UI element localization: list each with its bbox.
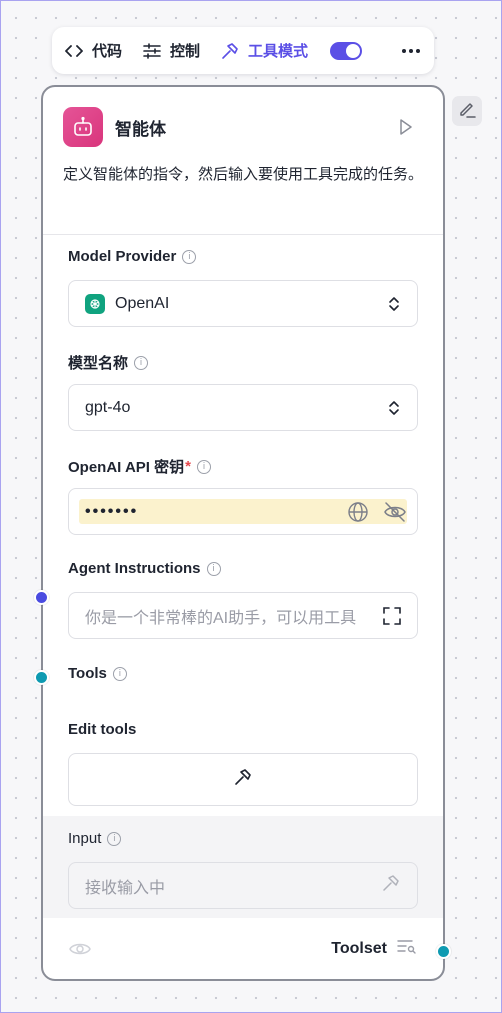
toolset-list-icon: [397, 938, 417, 959]
api-key-label-row: OpenAI API 密钥 * i: [68, 456, 211, 477]
hammer-icon: [220, 41, 240, 61]
chevron-up-down-icon: [387, 400, 401, 416]
node-footer: Toolset: [43, 918, 443, 979]
info-icon[interactable]: i: [134, 355, 149, 370]
expand-icon[interactable]: [383, 606, 401, 625]
model-provider-select[interactable]: OpenAI: [68, 280, 418, 327]
model-provider-label-row: Model Provider i: [68, 248, 197, 265]
model-provider-value: OpenAI: [115, 294, 170, 312]
tools-label-row: Tools i: [68, 665, 127, 682]
robot-icon: [63, 107, 103, 147]
required-mark: *: [185, 458, 191, 475]
tools-input-handle[interactable]: [34, 670, 49, 685]
node-description: 定义智能体的指令，然后输入要使用工具完成的任务。: [63, 166, 424, 183]
model-name-value: gpt-4o: [85, 398, 131, 416]
instructions-input-handle[interactable]: [34, 590, 49, 605]
model-provider-label: Model Provider: [68, 248, 177, 265]
chevron-up-down-icon: [387, 296, 401, 312]
agent-instructions-input[interactable]: 你是一个非常棒的AI助手，可以用工具: [68, 592, 418, 639]
agent-node-card[interactable]: 智能体 定义智能体的指令，然后输入要使用工具完成的任务。 Model Provi…: [41, 85, 445, 981]
hammer-icon: [381, 873, 401, 898]
info-icon[interactable]: i: [112, 666, 127, 681]
info-icon[interactable]: i: [206, 561, 221, 576]
api-key-input[interactable]: •••••••: [68, 488, 418, 535]
info-icon[interactable]: i: [182, 249, 197, 264]
control-label: 控制: [170, 43, 201, 60]
edit-note-button[interactable]: [452, 96, 482, 126]
node-title: 智能体: [115, 119, 166, 139]
api-key-label: OpenAI API 密钥: [68, 459, 185, 476]
tool-mode-toggle[interactable]: [330, 41, 363, 60]
input-placeholder: 接收输入中: [85, 879, 166, 897]
agent-instructions-label: Agent Instructions: [68, 560, 201, 577]
hammer-icon: [233, 767, 253, 792]
toolset-output-handle[interactable]: [436, 944, 451, 959]
globe-icon[interactable]: [347, 501, 369, 528]
pencil-icon: [457, 99, 477, 124]
more-icon[interactable]: [400, 41, 422, 61]
eye-icon[interactable]: [69, 941, 91, 957]
model-name-select[interactable]: gpt-4o: [68, 384, 418, 431]
eye-off-icon[interactable]: [383, 501, 407, 528]
code-icon: [64, 41, 84, 61]
tools-label: Tools: [68, 665, 107, 682]
input-label-row: Input i: [68, 830, 122, 847]
edit-tools-label: Edit tools: [68, 721, 137, 738]
openai-icon: [85, 293, 105, 314]
node-header: 智能体 定义智能体的指令，然后输入要使用工具完成的任务。: [43, 87, 443, 235]
info-icon[interactable]: i: [107, 831, 122, 846]
toolset-output[interactable]: Toolset: [331, 938, 417, 959]
agent-instructions-label-row: Agent Instructions i: [68, 560, 221, 577]
model-name-label-row: 模型名称 i: [68, 352, 149, 373]
agent-instructions-placeholder: 你是一个非常棒的AI助手，可以用工具: [85, 609, 357, 627]
sliders-icon: [142, 41, 162, 61]
code-button[interactable]: 代码: [64, 40, 122, 61]
tool-mode-label: 工具模式: [248, 43, 309, 60]
play-icon[interactable]: [395, 117, 415, 137]
code-label: 代码: [92, 43, 123, 60]
node-toolbar: 代码 控制 工具模式: [52, 27, 434, 74]
input-label: Input: [68, 830, 102, 847]
edit-tools-button[interactable]: [68, 753, 418, 806]
control-button[interactable]: 控制: [142, 40, 200, 61]
model-name-label: 模型名称: [68, 355, 129, 372]
toolset-label: Toolset: [331, 939, 387, 957]
input-field[interactable]: 接收输入中: [68, 862, 418, 909]
info-icon[interactable]: i: [196, 459, 211, 474]
tool-mode-button[interactable]: 工具模式: [220, 40, 363, 61]
input-section: Input i 接收输入中: [43, 816, 443, 918]
